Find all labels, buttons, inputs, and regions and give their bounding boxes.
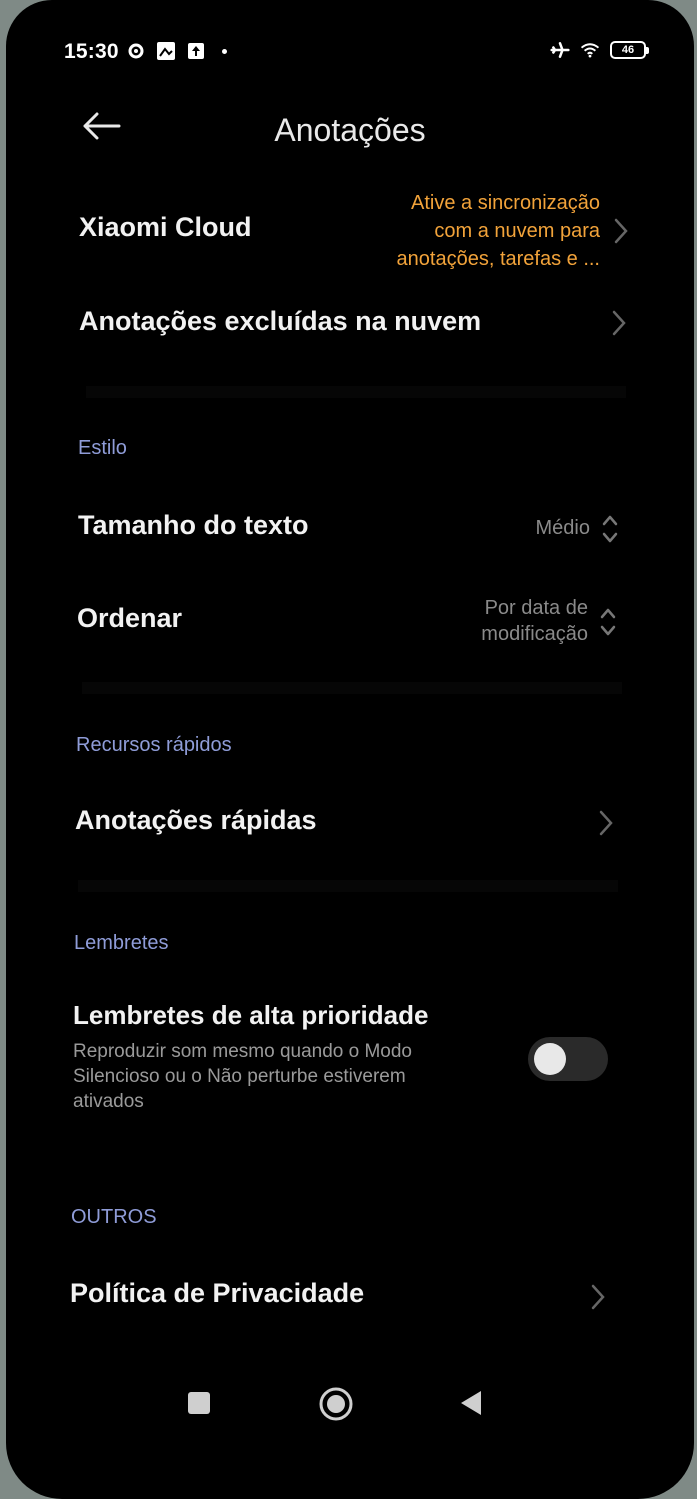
- chevron-right-icon: [591, 1284, 605, 1310]
- section-divider: [78, 880, 618, 892]
- section-header-quick-features: Recursos rápidos: [76, 734, 232, 756]
- section-divider: [82, 682, 622, 694]
- sync-hint-line1: Ative a sincronização: [411, 192, 600, 214]
- toggle-knob: [534, 1043, 566, 1075]
- priority-desc-line1: Reproduzir som mesmo quando o Modo: [73, 1041, 413, 1062]
- battery-icon: 46: [610, 41, 649, 59]
- deleted-notes-label: Anotações excluídas na nuvem: [79, 306, 482, 336]
- photo-icon: [156, 41, 176, 61]
- sort-value: Por data de modificação: [388, 595, 588, 647]
- section-header-reminders: Lembretes: [74, 932, 169, 954]
- chevron-updown-icon: [600, 608, 616, 636]
- recents-button[interactable]: [182, 1386, 216, 1420]
- sync-hint-line3: anotações, tarefas e ...: [396, 248, 600, 270]
- quick-notes-label: Anotações rápidas: [75, 805, 317, 835]
- header: Anotações: [6, 100, 694, 160]
- quick-notes-row[interactable]: Anotações rápidas: [6, 785, 694, 855]
- sort-value-line2: modificação: [481, 623, 588, 645]
- section-divider: [86, 386, 626, 398]
- priority-desc-line2: Silencioso ou o Não perturbe estiverem: [73, 1066, 406, 1087]
- text-size-value: Médio: [535, 517, 590, 539]
- section-header-style: Estilo: [78, 437, 127, 459]
- wifi-icon: [580, 40, 600, 60]
- back-nav-button[interactable]: [454, 1386, 488, 1420]
- battery-level: 46: [621, 44, 635, 56]
- priority-reminders-row[interactable]: Lembretes de alta prioridade Reproduzir …: [6, 995, 694, 1115]
- sort-row[interactable]: Ordenar Por data de modificação: [6, 585, 694, 665]
- privacy-policy-row[interactable]: Política de Privacidade: [6, 1262, 694, 1328]
- chevron-right-icon: [614, 218, 628, 244]
- sort-label: Ordenar: [77, 603, 183, 633]
- triangle-back-icon: [461, 1391, 481, 1415]
- circle-icon: [319, 1387, 353, 1421]
- section-header-others: OUTROS: [71, 1206, 157, 1228]
- text-size-label: Tamanho do texto: [78, 510, 309, 540]
- xiaomi-cloud-row[interactable]: Xiaomi Cloud Ative a sincronização com a…: [6, 185, 694, 277]
- sync-hint: Ative a sincronização com a nuvem para a…: [300, 189, 600, 273]
- text-size-row[interactable]: Tamanho do texto Médio: [6, 492, 694, 562]
- upload-icon: [186, 41, 206, 61]
- navigation-bar: [6, 1380, 694, 1426]
- airplane-icon: [550, 40, 570, 60]
- sync-hint-line2: com a nuvem para: [434, 220, 600, 242]
- square-icon: [188, 1392, 210, 1414]
- home-button[interactable]: [316, 1384, 356, 1424]
- notification-dot: [222, 48, 227, 54]
- settings-icon: [126, 41, 146, 61]
- sort-value-line1: Por data de: [484, 597, 588, 619]
- deleted-notes-row[interactable]: Anotações excluídas na nuvem: [6, 292, 694, 356]
- chevron-updown-icon: [602, 515, 618, 543]
- priority-reminders-toggle[interactable]: [528, 1037, 608, 1081]
- chevron-right-icon: [612, 310, 626, 336]
- status-bar: 15:30 46: [6, 36, 694, 70]
- chevron-right-icon: [599, 810, 613, 836]
- status-time: 15:30: [64, 40, 119, 63]
- priority-desc-line3: ativados: [73, 1091, 144, 1112]
- privacy-policy-label: Política de Privacidade: [70, 1278, 365, 1308]
- page-title: Anotações: [274, 112, 426, 148]
- xiaomi-cloud-label: Xiaomi Cloud: [79, 212, 252, 242]
- priority-reminders-description: Reproduzir som mesmo quando o Modo Silen…: [73, 1039, 493, 1114]
- phone-screen: 15:30 46 Anotações Xiaomi Cloud Ative a …: [6, 0, 694, 1499]
- priority-reminders-label: Lembretes de alta prioridade: [73, 1000, 429, 1030]
